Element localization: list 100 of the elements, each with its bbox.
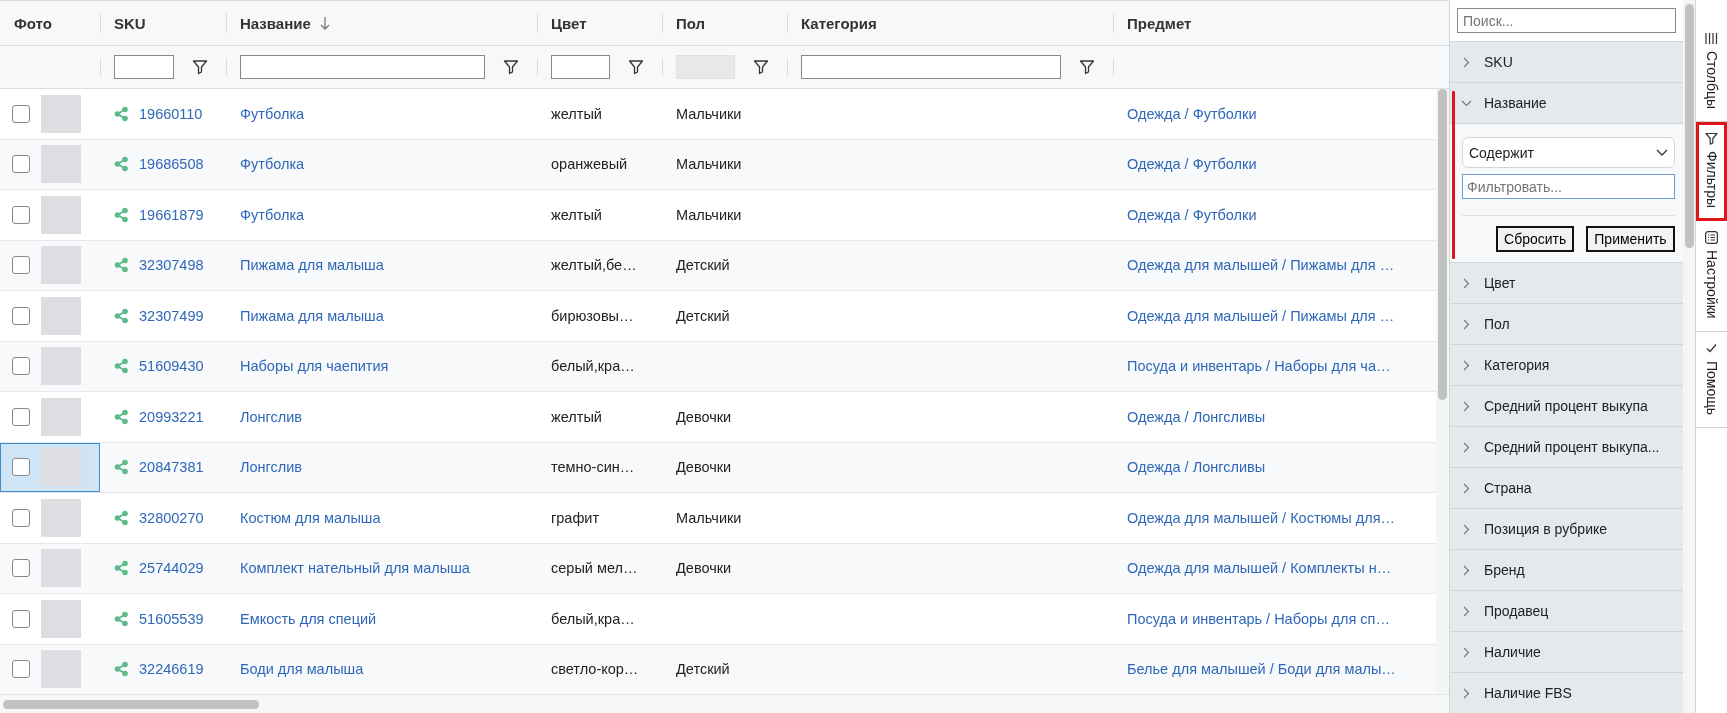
side-tab[interactable]: Настройки xyxy=(1696,221,1727,332)
filter-group-header[interactable]: Наличие xyxy=(1450,632,1683,673)
focused-cell[interactable] xyxy=(0,442,100,492)
column-header[interactable]: Категория xyxy=(801,14,877,32)
sku-link[interactable]: 19661879 xyxy=(139,206,204,223)
subject-link[interactable]: Одежда для малышей / Пижамы для … xyxy=(1127,307,1395,324)
sku-link[interactable]: 25744029 xyxy=(139,560,204,577)
side-tab[interactable]: Столбцы xyxy=(1696,22,1727,123)
name-link[interactable]: Наборы для чаепития xyxy=(240,358,389,375)
row-checkbox[interactable] xyxy=(12,205,30,224)
subject-link[interactable]: Посуда и инвентарь / Наборы для ча… xyxy=(1127,358,1391,375)
row-checkbox[interactable] xyxy=(12,660,30,679)
filter-group-header[interactable]: Страна xyxy=(1450,468,1683,509)
column-header[interactable]: Цвет xyxy=(551,14,587,32)
table-cell: Мальчики xyxy=(676,156,742,173)
name-link[interactable]: Костюм для малыша xyxy=(240,509,381,526)
filter-group-header[interactable]: Продавец xyxy=(1450,591,1683,632)
name-link[interactable]: Пижама для малыша xyxy=(240,307,384,324)
filter-group-header[interactable]: Бренд xyxy=(1450,550,1683,591)
filter-group-header[interactable]: Средний процент выкупа xyxy=(1450,386,1683,427)
filter-input[interactable] xyxy=(240,55,485,79)
column-header[interactable]: Название xyxy=(240,14,311,32)
filter-icon xyxy=(503,59,519,75)
chevron-icon xyxy=(1461,400,1472,412)
photo-placeholder xyxy=(41,94,81,133)
row-checkbox[interactable] xyxy=(12,609,30,628)
chevron-icon xyxy=(1461,277,1472,289)
filter-group-header[interactable]: SKU xyxy=(1450,42,1683,83)
filter-group-header[interactable]: Позиция в рубрике xyxy=(1450,509,1683,550)
check-icon xyxy=(1705,341,1719,355)
filter-group-header[interactable]: Цвет xyxy=(1450,263,1683,304)
horizontal-scrollbar[interactable] xyxy=(0,694,1449,713)
filter-action-button[interactable]: Применить xyxy=(1586,226,1675,252)
row-checkbox[interactable] xyxy=(12,306,30,325)
table-cell: желтый xyxy=(551,206,602,223)
chevron-icon xyxy=(1461,56,1472,68)
photo-placeholder xyxy=(41,397,81,436)
subject-link[interactable]: Посуда и инвентарь / Наборы для сп… xyxy=(1127,610,1390,627)
share-icon xyxy=(114,358,129,375)
sku-link[interactable]: 19660110 xyxy=(139,105,203,122)
name-link[interactable]: Футболка xyxy=(240,105,305,122)
column-header[interactable]: Фото xyxy=(14,14,52,32)
subject-link[interactable]: Одежда / Лонгсливы xyxy=(1127,408,1266,425)
row-checkbox[interactable] xyxy=(12,407,30,426)
sku-link[interactable]: 20847381 xyxy=(139,459,204,476)
name-link[interactable]: Комплект нательный для малыша xyxy=(240,560,470,577)
table-cell: светло-кор… xyxy=(551,661,639,678)
row-checkbox[interactable] xyxy=(12,458,30,477)
filter-value-field[interactable]: Фильтровать... xyxy=(1462,174,1675,199)
sku-link[interactable]: 20993221 xyxy=(139,408,204,425)
subject-link[interactable]: Одежда для малышей / Комплекты н… xyxy=(1127,560,1392,577)
name-link[interactable]: Пижама для малыша xyxy=(240,257,384,274)
filter-group-header[interactable]: Категория xyxy=(1450,345,1683,386)
search-field[interactable]: Поиск... xyxy=(1457,8,1676,33)
filter-input[interactable] xyxy=(801,55,1061,79)
name-link[interactable]: Емкость для специй xyxy=(240,610,377,627)
row-checkbox[interactable] xyxy=(12,508,30,527)
subject-link[interactable]: Белье для малышей / Боди для малы… xyxy=(1127,661,1396,678)
table-cell: желтый xyxy=(551,408,602,425)
sku-link[interactable]: 51609430 xyxy=(139,358,204,375)
sku-link[interactable]: 32246619 xyxy=(139,661,204,678)
subject-link[interactable]: Одежда для малышей / Пижамы для … xyxy=(1127,257,1395,274)
side-tab[interactable]: Помощь xyxy=(1696,331,1727,428)
row-checkbox[interactable] xyxy=(12,357,30,376)
subject-link[interactable]: Одежда для малышей / Костюмы для… xyxy=(1127,509,1395,526)
filter-icon xyxy=(1079,59,1095,75)
table-cell: оранжевый xyxy=(551,156,628,173)
column-header[interactable]: SKU xyxy=(114,14,146,32)
row-checkbox[interactable] xyxy=(12,155,30,174)
photo-placeholder xyxy=(41,296,81,335)
name-link[interactable]: Лонгслив xyxy=(240,459,303,476)
filter-group-header[interactable]: Пол xyxy=(1450,304,1683,345)
filter-input[interactable] xyxy=(551,55,610,79)
name-link[interactable]: Футболка xyxy=(240,206,305,223)
vertical-scrollbar[interactable] xyxy=(1436,89,1449,694)
filter-group-header[interactable]: Средний процент выкупа... xyxy=(1450,427,1683,468)
filter-input[interactable] xyxy=(114,55,174,79)
subject-link[interactable]: Одежда / Лонгсливы xyxy=(1127,459,1266,476)
filter-action-button[interactable]: Сбросить xyxy=(1496,226,1575,252)
sku-link[interactable]: 32307498 xyxy=(139,257,204,274)
name-link[interactable]: Боди для малыша xyxy=(240,661,364,678)
sku-link[interactable]: 19686508 xyxy=(139,156,204,173)
column-header[interactable]: Пол xyxy=(676,14,706,32)
filter-group-header[interactable]: Наличие FBS xyxy=(1450,673,1683,713)
row-checkbox[interactable] xyxy=(12,256,30,275)
side-tab[interactable]: Фильтры xyxy=(1696,122,1727,222)
sku-link[interactable]: 32800270 xyxy=(139,509,204,526)
subject-link[interactable]: Одежда / Футболки xyxy=(1127,156,1257,173)
operator-dropdown[interactable]: Содержит xyxy=(1462,137,1675,168)
row-checkbox[interactable] xyxy=(12,104,30,123)
name-link[interactable]: Лонгслив xyxy=(240,408,303,425)
subject-link[interactable]: Одежда / Футболки xyxy=(1127,206,1257,223)
column-header[interactable]: Предмет xyxy=(1127,14,1192,32)
name-link[interactable]: Футболка xyxy=(240,156,305,173)
sku-link[interactable]: 32307499 xyxy=(139,307,204,324)
row-checkbox[interactable] xyxy=(12,559,30,578)
share-icon xyxy=(114,661,129,678)
sku-link[interactable]: 51605539 xyxy=(139,610,204,627)
table-cell: Детский xyxy=(676,257,730,274)
subject-link[interactable]: Одежда / Футболки xyxy=(1127,105,1257,122)
